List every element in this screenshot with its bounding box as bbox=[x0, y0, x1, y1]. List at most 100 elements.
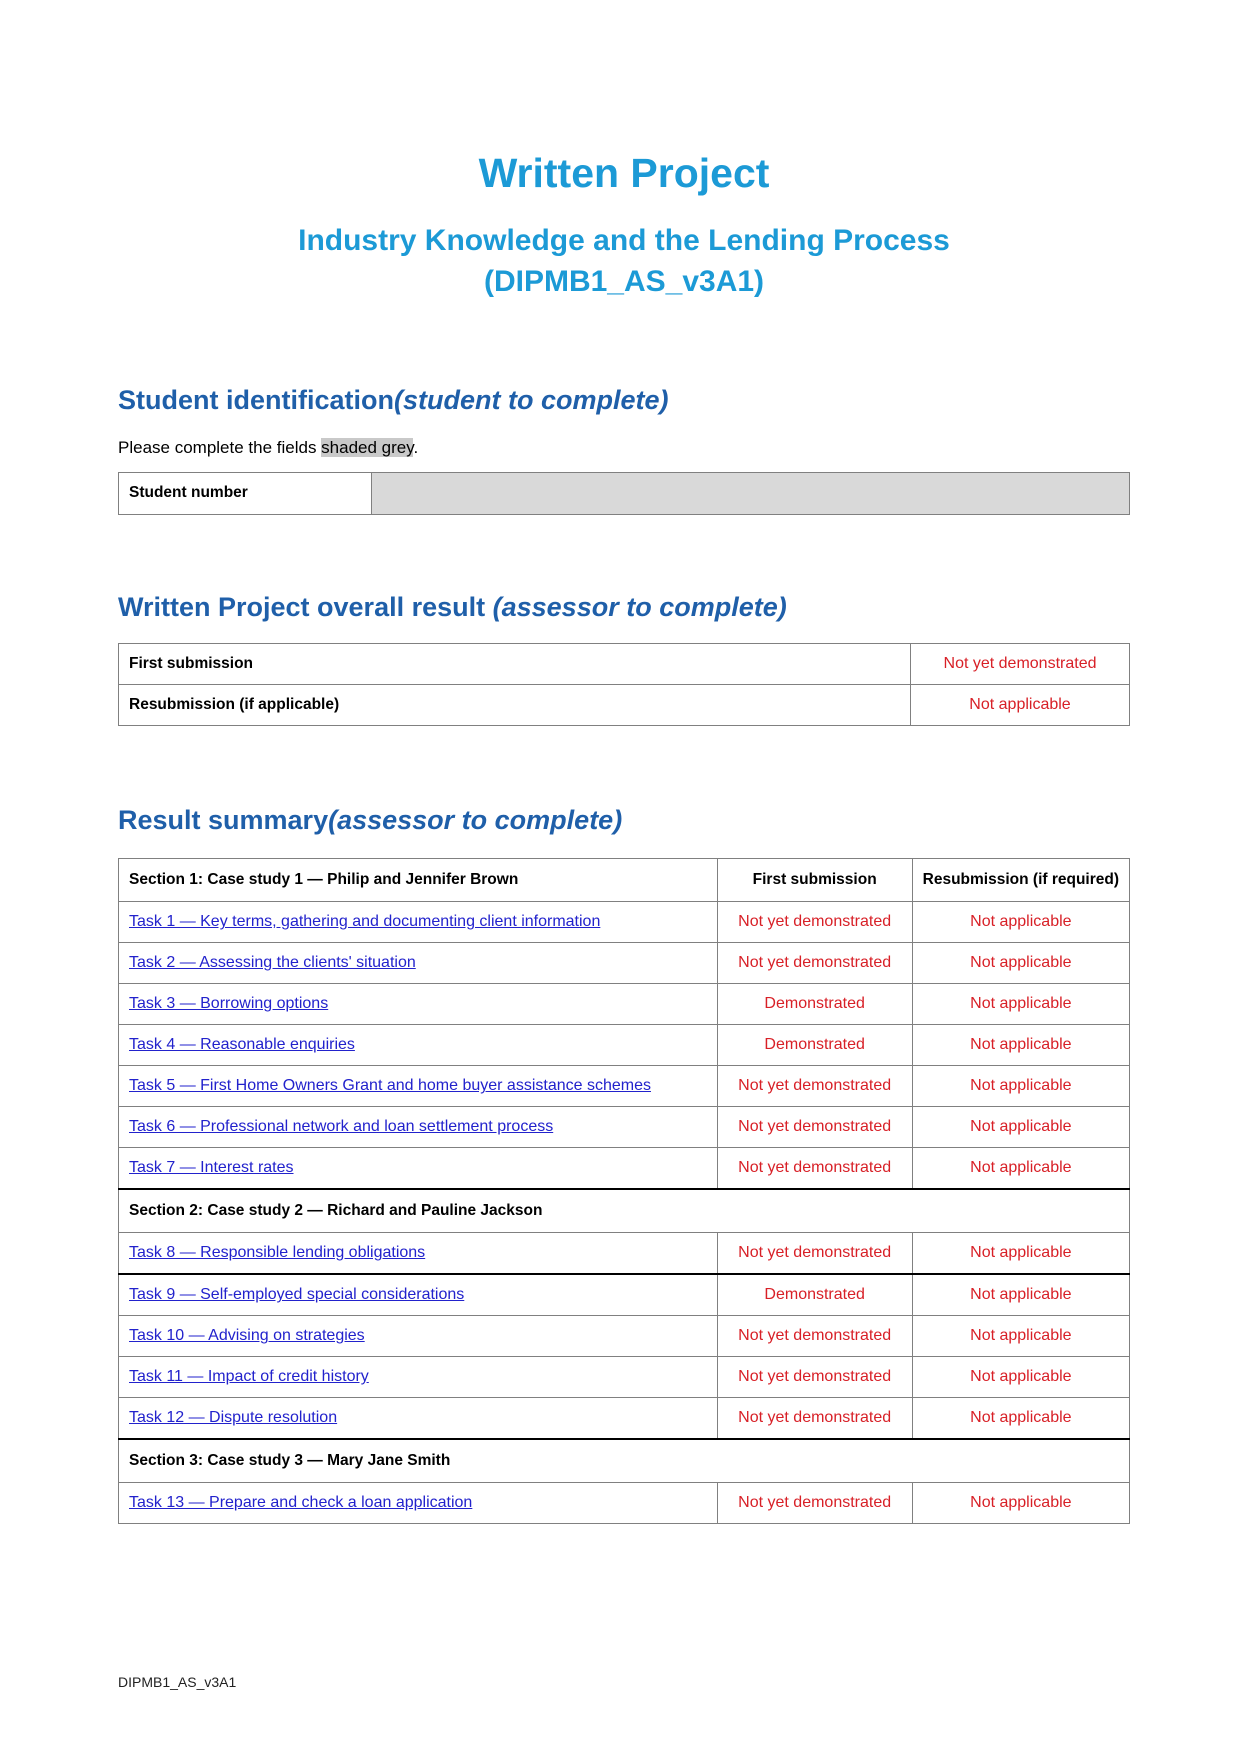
task-link-5[interactable]: Task 5 — First Home Owners Grant and hom… bbox=[129, 1077, 651, 1094]
document-subtitle-line1: Industry Knowledge and the Lending Proce… bbox=[298, 224, 950, 258]
task-link-7[interactable]: Task 7 — Interest rates bbox=[129, 1159, 294, 1176]
overall-row-label-resub: Resubmission (if applicable) bbox=[118, 683, 911, 726]
task-cell: Task 7 — Interest rates bbox=[118, 1147, 718, 1190]
overall-result-table: First submission Not yet demonstrated Re… bbox=[118, 642, 1130, 726]
task-first-result-7[interactable]: Not yet demonstrated bbox=[716, 1147, 913, 1190]
heading-student-identification: Student identification(student to comple… bbox=[118, 384, 1130, 416]
task-first-result-9[interactable]: Demonstrated bbox=[716, 1273, 913, 1317]
section-title-3: Section 3: Case study 3 — Mary Jane Smit… bbox=[118, 1438, 1130, 1484]
task-resub-result-4[interactable]: Not applicable bbox=[911, 1024, 1131, 1067]
table-row: Task 7 — Interest rates Not yet demonstr… bbox=[118, 1147, 1131, 1190]
table-row: Task 6 — Professional network and loan s… bbox=[118, 1106, 1131, 1149]
task-resub-result-6[interactable]: Not applicable bbox=[911, 1106, 1131, 1149]
section-title-1: Section 1: Case study 1 — Philip and Jen… bbox=[118, 858, 718, 903]
heading-overall-result: Written Project overall result (assessor… bbox=[118, 591, 1130, 623]
table-row: Task 5 — First Home Owners Grant and hom… bbox=[118, 1065, 1131, 1108]
heading-student-identification-main: Student identification bbox=[118, 385, 394, 416]
task-resub-result-5[interactable]: Not applicable bbox=[911, 1065, 1131, 1108]
table-row: Student number bbox=[118, 471, 1130, 515]
result-summary-table: Section 1: Case study 1 — Philip and Jen… bbox=[118, 858, 1131, 1525]
task-resub-result-11[interactable]: Not applicable bbox=[911, 1356, 1131, 1399]
table-row: Task 1 — Key terms, gathering and docume… bbox=[118, 901, 1131, 944]
section-title-2: Section 2: Case study 2 — Richard and Pa… bbox=[118, 1188, 1130, 1234]
student-number-input[interactable] bbox=[371, 471, 1130, 515]
task-link-11[interactable]: Task 11 — Impact of credit history bbox=[129, 1368, 369, 1385]
table-row: Task 10 — Advising on strategies Not yet… bbox=[118, 1315, 1131, 1358]
overall-row-result-resub[interactable]: Not applicable bbox=[910, 683, 1130, 726]
task-link-10[interactable]: Task 10 — Advising on strategies bbox=[129, 1327, 365, 1344]
instruction-prefix: Please complete the fields bbox=[118, 437, 322, 457]
heading-overall-result-main: Written Project overall result bbox=[118, 591, 493, 622]
table-row: Task 8 — Responsible lending obligations… bbox=[118, 1232, 1131, 1275]
task-resub-result-9[interactable]: Not applicable bbox=[911, 1273, 1131, 1317]
task-cell: Task 2 — Assessing the clients' situatio… bbox=[118, 942, 718, 985]
task-first-result-4[interactable]: Demonstrated bbox=[716, 1024, 913, 1067]
task-first-result-3[interactable]: Demonstrated bbox=[716, 983, 913, 1026]
task-first-result-11[interactable]: Not yet demonstrated bbox=[716, 1356, 913, 1399]
table-section-header-row: Section 3: Case study 3 — Mary Jane Smit… bbox=[118, 1438, 1130, 1484]
task-resub-result-12[interactable]: Not applicable bbox=[911, 1397, 1131, 1440]
table-row: Task 3 — Borrowing options Demonstrated … bbox=[118, 983, 1131, 1026]
task-resub-result-3[interactable]: Not applicable bbox=[911, 983, 1131, 1026]
task-cell: Task 4 — Reasonable enquiries bbox=[118, 1024, 718, 1067]
table-row: Task 12 — Dispute resolution Not yet dem… bbox=[118, 1397, 1131, 1440]
task-cell: Task 12 — Dispute resolution bbox=[118, 1397, 718, 1440]
task-link-9[interactable]: Task 9 — Self-employed special considera… bbox=[129, 1286, 464, 1303]
task-link-12[interactable]: Task 12 — Dispute resolution bbox=[129, 1409, 337, 1426]
table-row: Task 4 — Reasonable enquiries Demonstrat… bbox=[118, 1024, 1131, 1067]
task-link-3[interactable]: Task 3 — Borrowing options bbox=[129, 995, 328, 1012]
task-cell: Task 3 — Borrowing options bbox=[118, 983, 718, 1026]
task-first-result-6[interactable]: Not yet demonstrated bbox=[716, 1106, 913, 1149]
table-row: Task 2 — Assessing the clients' situatio… bbox=[118, 942, 1131, 985]
task-first-result-1[interactable]: Not yet demonstrated bbox=[716, 901, 913, 944]
table-row: Task 13 — Prepare and check a loan appli… bbox=[118, 1482, 1131, 1525]
task-link-8[interactable]: Task 8 — Responsible lending obligations bbox=[129, 1244, 425, 1261]
instruction-highlight: shaded grey bbox=[321, 437, 414, 457]
task-cell: Task 9 — Self-employed special considera… bbox=[118, 1273, 718, 1317]
overall-row-label-first: First submission bbox=[118, 642, 911, 685]
document-title: Written Project bbox=[478, 150, 770, 196]
instruction-suffix: . bbox=[413, 437, 419, 457]
overall-row-result-first[interactable]: Not yet demonstrated bbox=[910, 642, 1130, 685]
task-first-result-2[interactable]: Not yet demonstrated bbox=[716, 942, 913, 985]
column-header-first-submission: First submission bbox=[716, 858, 913, 903]
table-row: Resubmission (if applicable) Not applica… bbox=[118, 683, 1130, 726]
task-resub-result-1[interactable]: Not applicable bbox=[911, 901, 1131, 944]
heading-result-summary: Result summary(assessor to complete) bbox=[118, 804, 1130, 836]
table-row: First submission Not yet demonstrated bbox=[118, 642, 1130, 685]
task-resub-result-8[interactable]: Not applicable bbox=[911, 1232, 1131, 1275]
column-header-resubmission: Resubmission (if required) bbox=[911, 858, 1131, 903]
task-first-result-12[interactable]: Not yet demonstrated bbox=[716, 1397, 913, 1440]
table-row: Task 9 — Self-employed special considera… bbox=[118, 1273, 1131, 1317]
document-page: Written Project Industry Knowledge and t… bbox=[0, 0, 1241, 1754]
task-cell: Task 1 — Key terms, gathering and docume… bbox=[118, 901, 718, 944]
document-subtitle: Industry Knowledge and the Lending Proce… bbox=[118, 197, 1130, 302]
task-link-4[interactable]: Task 4 — Reasonable enquiries bbox=[129, 1036, 355, 1053]
student-number-label: Student number bbox=[118, 471, 372, 515]
task-resub-result-2[interactable]: Not applicable bbox=[911, 942, 1131, 985]
task-link-2[interactable]: Task 2 — Assessing the clients' situatio… bbox=[129, 954, 416, 971]
student-identification-table: Student number bbox=[118, 471, 1130, 515]
task-cell: Task 6 — Professional network and loan s… bbox=[118, 1106, 718, 1149]
document-body: Written Project Industry Knowledge and t… bbox=[118, 0, 1131, 1525]
task-link-1[interactable]: Task 1 — Key terms, gathering and docume… bbox=[129, 913, 600, 930]
task-resub-result-13[interactable]: Not applicable bbox=[911, 1482, 1131, 1525]
page-footer: DIPMB1_AS_v3A1 bbox=[118, 1674, 237, 1690]
task-resub-result-10[interactable]: Not applicable bbox=[911, 1315, 1131, 1358]
table-section-header-row: Section 2: Case study 2 — Richard and Pa… bbox=[118, 1188, 1130, 1234]
table-row: Task 11 — Impact of credit history Not y… bbox=[118, 1356, 1131, 1399]
task-first-result-8[interactable]: Not yet demonstrated bbox=[716, 1232, 913, 1275]
task-link-13[interactable]: Task 13 — Prepare and check a loan appli… bbox=[129, 1494, 472, 1511]
task-cell: Task 5 — First Home Owners Grant and hom… bbox=[118, 1065, 718, 1108]
task-cell: Task 8 — Responsible lending obligations bbox=[118, 1232, 718, 1275]
task-resub-result-7[interactable]: Not applicable bbox=[911, 1147, 1131, 1190]
task-first-result-10[interactable]: Not yet demonstrated bbox=[716, 1315, 913, 1358]
task-first-result-5[interactable]: Not yet demonstrated bbox=[716, 1065, 913, 1108]
task-first-result-13[interactable]: Not yet demonstrated bbox=[716, 1482, 913, 1525]
task-cell: Task 10 — Advising on strategies bbox=[118, 1315, 718, 1358]
heading-student-identification-note: (student to complete) bbox=[394, 385, 669, 416]
task-cell: Task 13 — Prepare and check a loan appli… bbox=[118, 1482, 718, 1525]
document-subtitle-line2: (DIPMB1_AS_v3A1) bbox=[483, 264, 765, 298]
task-link-6[interactable]: Task 6 — Professional network and loan s… bbox=[129, 1118, 553, 1135]
heading-result-summary-note: (assessor to complete) bbox=[328, 804, 623, 835]
